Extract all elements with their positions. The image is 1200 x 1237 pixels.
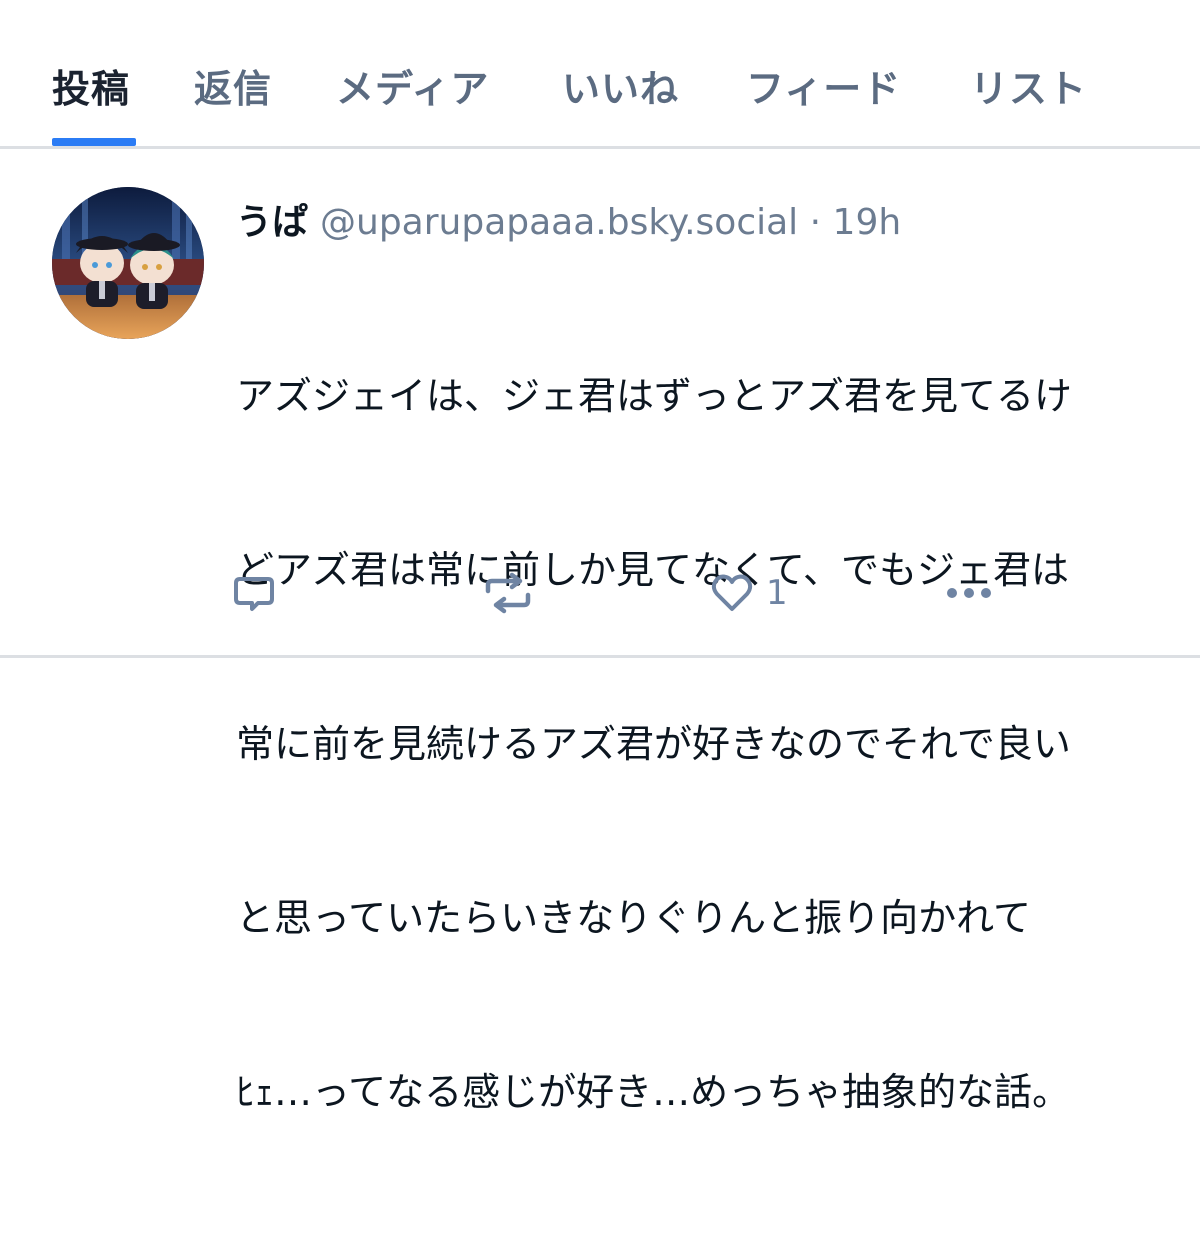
separator-dot: · <box>809 202 822 243</box>
post-divider <box>0 655 1200 658</box>
tab-likes[interactable]: いいね <box>562 58 679 148</box>
reply-button[interactable] <box>232 563 276 623</box>
tab-feeds[interactable]: フィード <box>746 58 901 148</box>
repost-arrows-icon <box>485 572 531 614</box>
display-name[interactable]: うぱ <box>236 202 308 243</box>
like-button[interactable]: 1 <box>710 563 788 623</box>
post-time[interactable]: 19h <box>833 202 902 243</box>
repost-button[interactable] <box>482 563 534 623</box>
tab-lists[interactable]: リスト <box>970 58 1087 148</box>
active-tab-indicator <box>52 138 136 146</box>
tab-posts[interactable]: 投稿 <box>52 58 130 148</box>
post-item[interactable]: うぱ @uparupapaaa.bsky.social · 19h アズジェイは、… <box>0 149 1200 1114</box>
speech-bubble-icon <box>234 577 274 611</box>
profile-tab-bar: 投稿 返信 メディア いいね フィード リスト <box>0 0 1200 150</box>
handle[interactable]: @uparupapaaa.bsky.social <box>320 202 798 243</box>
post-text-line: アズジェイは、ジェ君はずっとアズ君を見てるけ <box>236 374 1073 418</box>
post-text-line: ﾋｪ…ってなる感じが好き…めっちゃ抽象的な話。 <box>236 1070 1071 1114</box>
heart-icon <box>711 574 753 611</box>
ellipsis-icon <box>947 588 991 598</box>
post-text: アズジェイは、ジェ君はずっとアズ君を見てるけ どアズ君は常に前しか見てなくて、で… <box>236 251 1166 1237</box>
post-actions: 1 <box>0 563 1200 623</box>
avatar-image <box>52 187 204 339</box>
more-options-button[interactable] <box>944 563 994 623</box>
post-header: うぱ @uparupapaaa.bsky.social · 19h <box>236 193 901 245</box>
like-count: 1 <box>766 573 788 613</box>
post-text-line: 常に前を見続けるアズ君が好きなのでそれで良い <box>236 722 1071 766</box>
post-text-line: と思っていたらいきなりぐりんと振り向かれて <box>236 896 1031 940</box>
tab-media[interactable]: メディア <box>336 58 489 148</box>
tab-replies[interactable]: 返信 <box>194 58 272 148</box>
avatar[interactable] <box>52 187 204 339</box>
